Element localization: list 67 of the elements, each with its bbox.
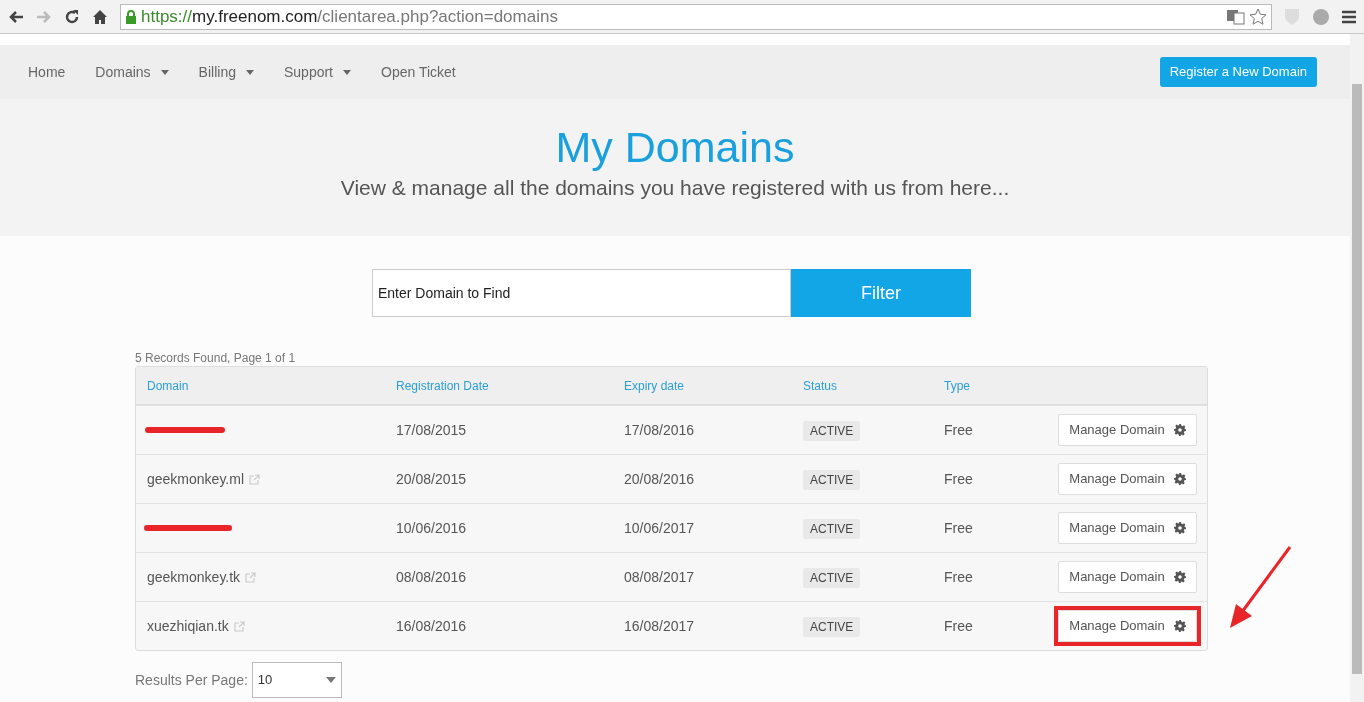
registration-date: 16/08/2016 xyxy=(396,617,467,634)
domain-type: Free xyxy=(944,421,973,438)
registration-date: 10/06/2016 xyxy=(396,519,467,536)
scrollbar[interactable] xyxy=(1350,34,1364,702)
expiry-date: 16/08/2017 xyxy=(624,617,695,634)
settings-icon xyxy=(1173,620,1186,632)
column-header[interactable]: Expiry date xyxy=(624,378,685,393)
manage-domain-button[interactable]: Manage Domain xyxy=(1058,414,1197,446)
expiry-date: 08/08/2017 xyxy=(624,568,695,585)
translate-icon[interactable] xyxy=(1227,8,1245,25)
domain-search-field[interactable]: Enter Domain to Find xyxy=(372,269,791,317)
external-link-icon[interactable] xyxy=(245,571,257,583)
results-per-page-label: Results Per Page: xyxy=(135,670,248,690)
status-badge: ACTIVE xyxy=(803,616,861,637)
forward-icon[interactable] xyxy=(36,9,52,24)
page-subtitle: View & manage all the domains you have registered with us from here... xyxy=(340,175,1010,201)
domain-type: Free xyxy=(944,519,973,536)
nav-dropdown[interactable]: Billing xyxy=(198,61,254,83)
caret-icon xyxy=(325,677,336,683)
home-icon[interactable] xyxy=(92,8,108,25)
page-title: My Domains xyxy=(555,122,795,173)
settings-icon xyxy=(1173,424,1186,436)
settings-icon xyxy=(1173,522,1186,534)
domain-type: Free xyxy=(944,617,973,634)
records-info: 5 Records Found, Page 1 of 1 xyxy=(135,350,297,366)
manage-domain-button[interactable]: Manage Domain xyxy=(1058,512,1197,544)
column-header[interactable]: Domain xyxy=(147,378,189,393)
status-badge: ACTIVE xyxy=(803,567,861,588)
expiry-date: 17/08/2016 xyxy=(624,421,695,438)
address-bar[interactable]: https://my.freenom.com/clientarea.php?action=domains xyxy=(120,3,1272,30)
status-badge: ACTIVE xyxy=(803,469,861,490)
lock-icon xyxy=(125,9,137,24)
column-header[interactable]: Registration Date xyxy=(396,378,489,393)
external-link-icon[interactable] xyxy=(249,473,260,485)
expiry-date: 10/06/2017 xyxy=(624,519,695,536)
column-header[interactable]: Type xyxy=(944,378,970,393)
globe-icon[interactable] xyxy=(1312,7,1330,26)
settings-icon xyxy=(1173,571,1186,583)
domain-link[interactable]: geekmonkey.tk xyxy=(147,566,241,588)
domain-type: Free xyxy=(944,470,973,487)
manage-domain-button[interactable]: Manage Domain xyxy=(1058,463,1197,495)
star-icon[interactable] xyxy=(1249,7,1267,26)
menu-icon[interactable] xyxy=(1342,9,1356,24)
nav-dropdown[interactable]: Support xyxy=(283,61,351,83)
column-header[interactable]: Status xyxy=(803,378,838,393)
manage-domain-button[interactable]: Manage Domain xyxy=(1058,561,1197,593)
domain-link[interactable]: xuezhiqian.tk xyxy=(147,615,229,637)
status-badge: ACTIVE xyxy=(803,518,861,539)
domain-type: Free xyxy=(944,568,973,585)
external-link-icon[interactable] xyxy=(233,620,245,632)
nav-link[interactable]: Open Ticket xyxy=(381,61,456,83)
filter-button[interactable]: Filter xyxy=(791,269,971,317)
registration-date: 08/08/2016 xyxy=(396,568,467,585)
url-text: https://my.freenom.com/clientarea.php?action=domains xyxy=(141,5,558,28)
expiry-date: 20/08/2016 xyxy=(624,470,695,487)
results-per-page-select[interactable]: 10 xyxy=(251,662,342,698)
reload-icon[interactable] xyxy=(64,8,80,25)
nav-link[interactable]: Home xyxy=(28,61,66,83)
settings-icon xyxy=(1173,473,1186,485)
registration-date: 20/08/2015 xyxy=(396,470,467,487)
domain-link[interactable]: geekmonkey.ml xyxy=(147,468,244,490)
back-icon[interactable] xyxy=(8,9,24,24)
manage-domain-button[interactable]: Manage Domain xyxy=(1058,610,1197,642)
registration-date: 17/08/2015 xyxy=(396,421,467,438)
register-domain-button[interactable]: Register a New Domain xyxy=(1159,57,1317,87)
status-badge: ACTIVE xyxy=(803,420,861,441)
nav-dropdown[interactable]: Domains xyxy=(95,61,169,83)
